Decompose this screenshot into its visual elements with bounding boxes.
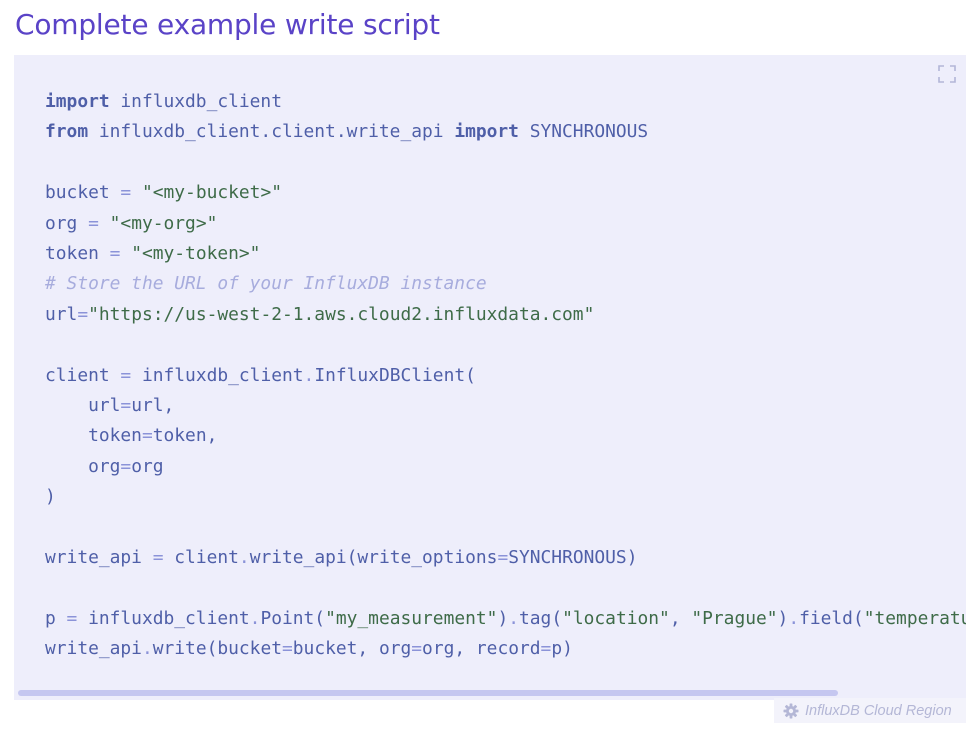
code-line: url=url, <box>45 391 966 421</box>
code-token: token <box>45 425 142 447</box>
code-line: token = "<my-token>" <box>45 239 966 269</box>
code-token: import <box>45 91 110 112</box>
code-token: . <box>303 364 315 386</box>
code-token: "<my-bucket>" <box>141 182 282 204</box>
code-token: = <box>120 394 132 416</box>
code-token: client <box>45 364 121 386</box>
code-token: = <box>120 364 132 386</box>
code-line: from influxdb_client.client.write_api im… <box>45 117 966 147</box>
code-line: org=org <box>45 452 966 482</box>
code-token: token <box>45 242 110 264</box>
code-token: influxdb_client.client.write_api <box>88 121 455 143</box>
code-token: = <box>120 455 132 477</box>
code-token: . <box>238 546 250 568</box>
code-token: import <box>454 121 519 143</box>
code-line: write_api = client.write_api(write_optio… <box>45 543 966 573</box>
code-token: org <box>45 212 89 234</box>
code-token: client <box>163 546 239 568</box>
code-token: bucket <box>45 182 121 204</box>
code-token: ) <box>497 607 509 629</box>
code-token: = <box>109 242 121 264</box>
code-token: SYNCHRONOUS <box>518 121 649 143</box>
code-token: write(bucket <box>152 638 282 660</box>
code-token: "temperatu <box>863 607 966 629</box>
code-token: = <box>540 638 552 660</box>
code-line: bucket = "<my-bucket>" <box>45 178 966 208</box>
code-line: token=token, <box>45 421 966 451</box>
code-token: = <box>66 607 78 629</box>
code-token: p) <box>551 638 573 660</box>
code-token: = <box>152 546 164 568</box>
code-token: influxdb_client <box>109 91 282 112</box>
code-token: . <box>508 607 519 629</box>
code-line: org = "<my-org>" <box>45 209 966 239</box>
code-token: write_api <box>45 546 153 568</box>
code-token: = <box>282 638 293 660</box>
code-token: "location" <box>562 607 670 629</box>
code-token: p <box>45 607 67 629</box>
code-token: ) <box>777 607 789 629</box>
code-token: influxdb_client <box>131 364 304 386</box>
code-token: url <box>45 394 121 416</box>
code-token: , <box>669 607 692 629</box>
code-token: "<my-org>" <box>109 212 218 234</box>
code-token: = <box>497 546 509 568</box>
code-token: . <box>141 638 153 660</box>
code-line: url="https://us-west-2-1.aws.cloud2.infl… <box>45 300 966 330</box>
code-token: = <box>88 212 99 234</box>
region-selector-button[interactable]: InfluxDB Cloud Region <box>774 698 966 723</box>
code-token: = <box>411 638 423 660</box>
code-token: url, <box>131 394 175 416</box>
code-token: field( <box>799 607 864 629</box>
code-token: "Prague" <box>691 607 778 629</box>
page-title: Complete example write script <box>15 8 440 41</box>
code-token: = <box>120 182 132 204</box>
gear-icon <box>783 703 799 719</box>
code-token: influxdb_client <box>77 607 250 629</box>
code-token: token, <box>152 425 218 447</box>
code-line: p = influxdb_client.Point("my_measuremen… <box>45 604 966 634</box>
code-line: ) <box>45 482 966 512</box>
code-token: tag( <box>519 607 563 629</box>
code-token: write_api(write_options <box>249 546 498 568</box>
code-line: write_api.write(bucket=bucket, org=org, … <box>45 634 966 664</box>
code-line: import influxdb_client <box>45 87 966 117</box>
code-token: # Store the URL of your InfluxDB instanc… <box>45 273 487 295</box>
code-token: SYNCHRONOUS) <box>508 546 638 568</box>
code-token: "my_measurement" <box>325 607 498 629</box>
code-token: bucket, org <box>292 638 412 660</box>
expand-icon[interactable] <box>938 65 956 83</box>
code-content: import influxdb_client from influxdb_clie… <box>45 87 966 664</box>
code-token: from <box>45 121 89 143</box>
code-token: = <box>141 425 153 447</box>
code-token: = <box>77 303 89 325</box>
code-token: url <box>45 303 78 325</box>
code-token: InfluxDBClient( <box>314 364 476 386</box>
code-block: import influxdb_client from influxdb_clie… <box>14 55 966 700</box>
code-line: # Store the URL of your InfluxDB instanc… <box>45 269 966 299</box>
code-token: org <box>45 455 121 477</box>
code-token: Point( <box>260 607 326 629</box>
code-token: org <box>131 455 164 477</box>
code-line: client = influxdb_client.InfluxDBClient( <box>45 361 966 391</box>
code-token: write_api <box>45 638 142 660</box>
code-token: . <box>788 607 800 629</box>
code-token: ) <box>45 486 56 508</box>
code-token: "https://us-west-2-1.aws.cloud2.influxda… <box>88 303 595 325</box>
code-token: . <box>249 607 261 629</box>
code-token: "<my-token>" <box>131 242 261 264</box>
region-selector-label: InfluxDB Cloud Region <box>805 702 952 719</box>
scrollbar-thumb[interactable] <box>18 690 838 696</box>
code-token: org, record <box>422 638 541 660</box>
